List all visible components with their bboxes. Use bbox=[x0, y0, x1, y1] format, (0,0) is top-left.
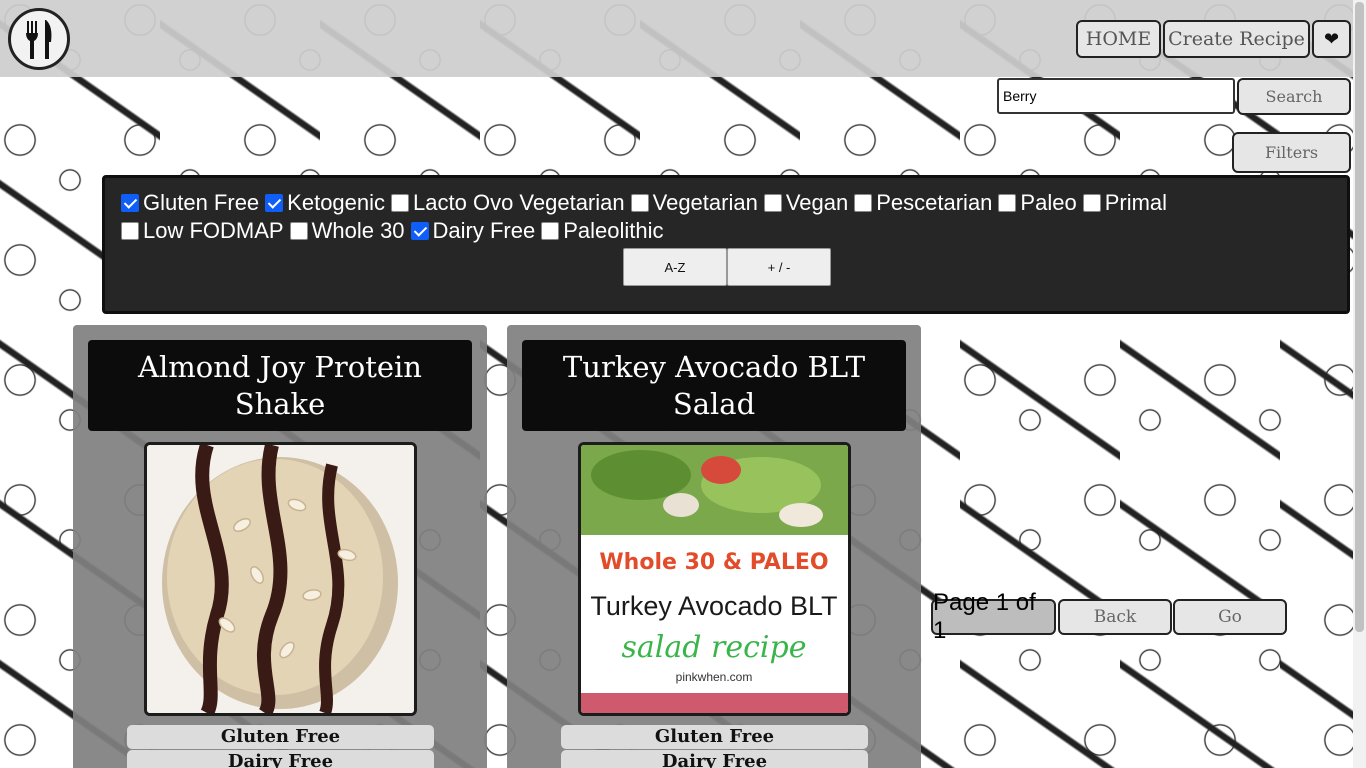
filter-vegan[interactable]: Vegan bbox=[763, 190, 849, 216]
checkbox[interactable] bbox=[121, 194, 139, 212]
filter-ketogenic[interactable]: Ketogenic bbox=[265, 190, 385, 216]
filter-low-fodmap[interactable]: Low FODMAP bbox=[121, 218, 284, 244]
scrollbar-thumb[interactable] bbox=[1355, 2, 1364, 632]
filter-label: Pescetarian bbox=[876, 190, 993, 215]
image-text: pinkwhen.com bbox=[676, 670, 753, 684]
salad-photo: Whole 30 & PALEO Turkey Avocado BLT sala… bbox=[581, 445, 848, 713]
filter-gluten-free[interactable]: Gluten Free bbox=[121, 190, 259, 216]
diet-tag: Gluten Free bbox=[127, 725, 434, 749]
shake-photo bbox=[147, 445, 414, 713]
filter-label: Gluten Free bbox=[143, 190, 260, 215]
create-recipe-button[interactable]: Create Recipe bbox=[1163, 20, 1310, 58]
image-text: Turkey Avocado BLT bbox=[590, 591, 837, 621]
checkbox[interactable] bbox=[763, 194, 782, 212]
diet-tag: Dairy Free bbox=[127, 750, 434, 768]
go-button[interactable]: Go bbox=[1173, 599, 1287, 635]
filter-primal[interactable]: Primal bbox=[1082, 190, 1168, 216]
filter-label: Ketogenic bbox=[287, 190, 386, 215]
filter-label: Dairy Free bbox=[432, 218, 536, 243]
search-input[interactable] bbox=[997, 78, 1235, 114]
back-button[interactable]: Back bbox=[1058, 599, 1172, 635]
checkbox[interactable] bbox=[998, 194, 1017, 212]
search-button[interactable]: Search bbox=[1237, 78, 1351, 115]
filter-pescetarian[interactable]: Pescetarian bbox=[854, 190, 992, 216]
filter-label: Low FODMAP bbox=[143, 218, 284, 243]
recipe-card[interactable]: Turkey Avocado BLT Salad Whole 30 & PALE… bbox=[507, 325, 921, 768]
recipe-card[interactable]: Almond Joy Protein Shake Gluten Free Dai… bbox=[73, 325, 487, 768]
checkbox[interactable] bbox=[854, 194, 873, 212]
diet-filter-list: Gluten Free Ketogenic Lacto Ovo Vegetari… bbox=[121, 190, 1331, 244]
sort-az-button[interactable]: A-Z bbox=[623, 248, 727, 286]
filter-label: Whole 30 bbox=[311, 218, 405, 243]
filter-panel: Gluten Free Ketogenic Lacto Ovo Vegetari… bbox=[102, 175, 1350, 314]
checkbox[interactable] bbox=[121, 222, 139, 240]
filter-whole-30[interactable]: Whole 30 bbox=[289, 218, 405, 244]
filter-label: Vegetarian bbox=[652, 190, 758, 215]
recipe-title[interactable]: Almond Joy Protein Shake bbox=[88, 340, 472, 431]
checkbox[interactable] bbox=[289, 222, 308, 240]
fork-knife-icon bbox=[26, 20, 52, 59]
recipe-image-protein-shake[interactable] bbox=[144, 442, 417, 716]
filter-vegetarian[interactable]: Vegetarian bbox=[630, 190, 758, 216]
filter-paleolithic[interactable]: Paleolithic bbox=[541, 218, 664, 244]
checkbox[interactable] bbox=[410, 222, 429, 240]
home-button[interactable]: HOME bbox=[1076, 20, 1161, 58]
checkbox[interactable] bbox=[391, 194, 410, 212]
page-indicator: Page 1 of 1 bbox=[931, 589, 1056, 644]
filter-label: Paleo bbox=[1020, 190, 1077, 215]
recipe-image-turkey-salad[interactable]: Whole 30 & PALEO Turkey Avocado BLT sala… bbox=[578, 442, 851, 716]
checkbox[interactable] bbox=[630, 194, 649, 212]
filter-label: Vegan bbox=[785, 190, 849, 215]
favorites-heart-button[interactable]: ❤ bbox=[1312, 20, 1351, 58]
checkbox[interactable] bbox=[541, 222, 560, 240]
page-scrollbar[interactable] bbox=[1353, 0, 1366, 768]
filter-lacto-ovo-vegetarian[interactable]: Lacto Ovo Vegetarian bbox=[391, 190, 625, 216]
image-text: salad recipe bbox=[622, 630, 807, 665]
checkbox[interactable] bbox=[1082, 194, 1101, 212]
filter-label: Paleolithic bbox=[563, 218, 664, 243]
logo[interactable] bbox=[8, 8, 70, 70]
filter-dairy-free[interactable]: Dairy Free bbox=[410, 218, 536, 244]
filters-button[interactable]: Filters bbox=[1232, 132, 1351, 173]
diet-tag: Dairy Free bbox=[561, 750, 868, 768]
filter-paleo[interactable]: Paleo bbox=[998, 190, 1077, 216]
image-text: Whole 30 & PALEO bbox=[599, 550, 828, 575]
diet-tag: Gluten Free bbox=[561, 725, 868, 749]
recipe-title[interactable]: Turkey Avocado BLT Salad bbox=[522, 340, 906, 431]
checkbox[interactable] bbox=[265, 194, 284, 212]
filter-label: Primal bbox=[1104, 190, 1168, 215]
sort-order-toggle-button[interactable]: + / - bbox=[727, 248, 831, 286]
filter-label: Lacto Ovo Vegetarian bbox=[413, 190, 625, 215]
